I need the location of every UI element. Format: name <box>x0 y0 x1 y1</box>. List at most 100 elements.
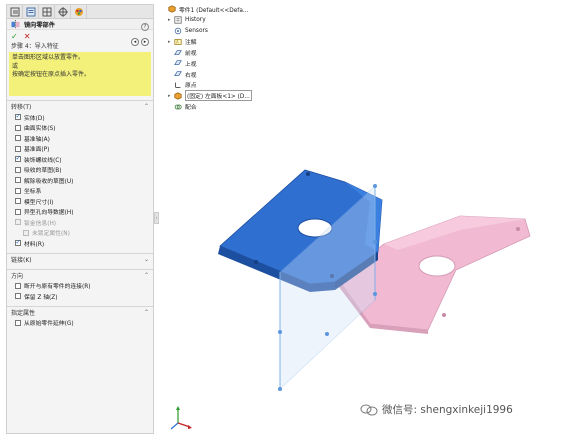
back-button[interactable]: ◂ <box>131 38 139 46</box>
checkbox-label: 异型孔向导数据(H) <box>24 210 74 217</box>
checkbox[interactable] <box>15 238 21 247</box>
next-button[interactable]: ▸ <box>141 38 149 46</box>
direction-option[interactable]: 保留 Z 轴(Z) <box>7 291 153 302</box>
tree-item-label: Sensors <box>185 27 208 34</box>
solidworks-window: 镜向零部件 ? ✓ ✕ ◂ ▸ 步骤 4：导入特征 单击图形区域以放置零件。 或… <box>0 0 562 437</box>
step-nav: ◂ ▸ <box>131 38 149 46</box>
tree-item[interactable]: 前视 <box>168 47 298 58</box>
tab-property-manager[interactable] <box>23 5 39 18</box>
property-list-icon <box>26 7 35 16</box>
checkbox[interactable] <box>15 293 21 300</box>
tree-item[interactable]: Sensors <box>168 26 298 37</box>
cancel-button[interactable]: ✕ <box>24 32 31 41</box>
plane-icon <box>174 49 182 55</box>
tab-dimxpert[interactable] <box>55 5 71 18</box>
checkbox-label: 从原始零件延伸(G) <box>24 321 74 328</box>
help-button[interactable]: ? <box>141 23 149 31</box>
transfer-option[interactable]: 基准面(P) <box>7 144 153 155</box>
propagate-option[interactable]: 从原始零件延伸(G) <box>7 318 153 329</box>
transfer-option[interactable]: 模型尺寸(I) <box>7 196 153 207</box>
tree-item[interactable]: ▸ A 注解 <box>168 36 298 47</box>
checkbox[interactable] <box>15 135 21 142</box>
tab-feature-manager[interactable] <box>7 5 23 18</box>
link-section: 链接(K) ⌄ <box>7 252 153 265</box>
section-label: 链接(K) <box>11 256 32 264</box>
checkbox[interactable] <box>15 282 21 289</box>
plane-icon <box>174 71 182 77</box>
transfer-option: 钣金信息(H) <box>7 217 153 228</box>
tree-item[interactable]: 配合 <box>168 101 298 112</box>
direction-option[interactable]: 断开与原有零件的连接(R) <box>7 281 153 292</box>
checkbox[interactable] <box>15 198 21 205</box>
transfer-option[interactable]: 实体(D) <box>7 112 153 123</box>
checkbox[interactable] <box>15 112 21 121</box>
checkbox-label: 基准面(P) <box>24 147 50 154</box>
transfer-options: 实体(D) 曲面实体(S) 基准轴(A) 基准面(P) 装饰螺纹线(C) 吸收的草图(B)… <box>7 112 153 249</box>
link-section-header[interactable]: 链接(K) ⌄ <box>7 254 153 265</box>
propagate-section-header[interactable]: 指定属性 ⌃ <box>7 307 153 318</box>
checkbox-label: 断开与原有零件的连接(R) <box>24 284 91 291</box>
transfer-option[interactable]: 吸收的草图(B) <box>7 165 153 176</box>
checkbox[interactable] <box>15 319 21 326</box>
part-icon <box>174 92 182 100</box>
transfer-section-header[interactable]: 转移(T) ⌃ <box>7 101 153 112</box>
annotation-icon: A <box>174 38 182 45</box>
pm-title: 镜向零部件 <box>24 21 55 29</box>
panel-collapse-handle[interactable]: › <box>154 212 159 224</box>
checkbox[interactable] <box>15 208 21 215</box>
tree-item-label: 注解 <box>185 40 197 47</box>
direction-options: 断开与原有零件的连接(R) 保留 Z 轴(Z) <box>7 281 153 302</box>
tree-items: ▸ History Sensors ▸ A 注解 前视 上视 右视 原点 ▸ (固定) 左面板<1> … <box>168 15 298 112</box>
checkbox[interactable] <box>15 145 21 152</box>
propagate-section: 指定属性 ⌃ 从原始零件延伸(G) <box>7 305 153 329</box>
ok-button[interactable]: ✓ <box>11 32 18 41</box>
history-icon <box>174 16 182 24</box>
tree-item[interactable]: 上视 <box>168 58 298 69</box>
collapse-icon: ⌃ <box>143 308 149 316</box>
transfer-option[interactable]: 异型孔向导数据(H) <box>7 207 153 218</box>
svg-text:A: A <box>176 39 179 44</box>
checkbox-label: 基准轴(A) <box>24 136 50 143</box>
checkbox[interactable] <box>15 177 21 184</box>
collapse-icon: ⌃ <box>143 103 149 110</box>
transfer-option[interactable]: 装饰螺纹线(C) <box>7 154 153 165</box>
tree-item-label: History <box>185 17 206 24</box>
direction-section-header[interactable]: 方向 ⌃ <box>7 270 153 281</box>
transfer-option[interactable]: 曲面实体(S) <box>7 123 153 134</box>
checkbox[interactable] <box>15 166 21 173</box>
tab-display-manager[interactable] <box>71 5 87 18</box>
checkbox-label: 材料(R) <box>24 241 45 248</box>
tree-root-label: 零件1 (Default<<Defa... <box>179 7 249 14</box>
tree-item[interactable]: 右视 <box>168 69 298 80</box>
propagate-options: 从原始零件延伸(G) <box>7 318 153 329</box>
checkbox-label: 实体(D) <box>24 115 45 122</box>
reference-triad <box>170 406 192 430</box>
appearance-icon <box>74 7 83 16</box>
watermark-text: 微信号: shengxinkeji1996 <box>382 404 513 416</box>
tree-item-label: 配合 <box>185 105 197 112</box>
expand-icon: ⌄ <box>143 255 149 263</box>
tree-item[interactable]: 原点 <box>168 80 298 91</box>
section-label: 方向 <box>11 272 24 280</box>
transfer-option[interactable]: 基准轴(A) <box>7 133 153 144</box>
tree-item[interactable]: ▸ History <box>168 15 298 26</box>
transfer-option[interactable]: 坐标系 <box>7 186 153 197</box>
checkbox <box>23 229 29 236</box>
direction-section: 方向 ⌃ 断开与原有零件的连接(R) 保留 Z 轴(Z) <box>7 268 153 302</box>
checkbox-label: 未锁定属性(N) <box>32 231 70 238</box>
message-line: 单击图形区域以放置零件。 <box>12 54 85 61</box>
configuration-icon <box>42 7 51 16</box>
tree-item-label: 上视 <box>185 61 197 68</box>
checkbox <box>15 219 21 226</box>
checkbox[interactable] <box>15 154 21 163</box>
transfer-option[interactable]: 解除吸收的草图(U) <box>7 175 153 186</box>
wechat-icon <box>360 404 378 415</box>
checkbox[interactable] <box>15 124 21 131</box>
tree-root[interactable]: 零件1 (Default<<Defa... <box>168 4 298 15</box>
transfer-option[interactable]: 材料(R) <box>7 238 153 249</box>
tree-item[interactable]: ▸ (固定) 左面板<1> (D... <box>168 90 298 102</box>
tab-configuration-manager[interactable] <box>39 5 55 18</box>
checkbox-label: 曲面实体(S) <box>24 126 56 133</box>
mirrored-part-preview <box>336 215 531 334</box>
checkbox[interactable] <box>15 187 21 194</box>
